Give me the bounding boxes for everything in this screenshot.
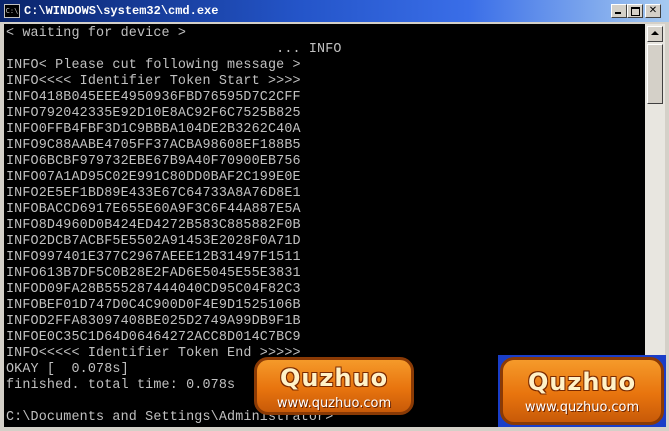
console-line: INFO< Please cut following message >	[6, 58, 301, 73]
minimize-icon	[615, 12, 621, 14]
cmd-window: C:\ C:\WINDOWS\system32\cmd.exe ✕ < wait…	[0, 0, 669, 431]
console-line: INFO792042335E92D10E8AC92F6C7525B825	[6, 106, 301, 121]
watermark-title: Quzhuo	[279, 364, 389, 392]
scroll-up-button[interactable]	[647, 26, 663, 42]
console-line: OKAY [ 0.078s]	[6, 362, 129, 377]
console-line: INFO613B7DF5C0B28E2FAD6E5045E55E3831	[6, 266, 301, 281]
maximize-icon	[631, 7, 640, 16]
console-line: INFO6BCBF979732EBE67B9A40F70900EB756	[6, 154, 301, 169]
watermark-logo: Quzhuo www.quzhuo.com	[254, 357, 414, 415]
console-line: INFOBACCD6917E655E60A9F3C6F44A887E5A	[6, 202, 301, 217]
window-title: C:\WINDOWS\system32\cmd.exe	[24, 4, 219, 18]
watermark-url: www.quzhuo.com	[524, 400, 640, 415]
console-line: INFOD09FA28B555287444040CD95C04F82C3	[6, 282, 301, 297]
console-line: INFO418B045EEE4950936FBD76595D7C2CFF	[6, 90, 301, 105]
watermark-url: www.quzhuo.com	[276, 396, 392, 411]
console-line: finished. total time: 0.078s	[6, 378, 236, 393]
close-button[interactable]: ✕	[645, 4, 661, 18]
console-line: INFO2DCB7ACBF5E5502A91453E2028F0A71D	[6, 234, 301, 249]
console-line: INFOE0C35C1D64D06464272ACC8D014C7BC9	[6, 330, 301, 345]
maximize-button[interactable]	[627, 4, 643, 18]
console-line: INFO<<<< Identifier Token Start >>>>	[6, 74, 301, 89]
console-line: INFOD2FFA83097408BE025D2749A99DB9F1B	[6, 314, 301, 329]
scrollbar-thumb[interactable]	[647, 44, 663, 104]
watermark-logo: Quzhuo www.quzhuo.com	[500, 357, 664, 425]
close-icon: ✕	[648, 5, 658, 16]
console-line: INFO997401E377C2967AEEE12B31497F1511	[6, 250, 301, 265]
console-line: < waiting for device >	[6, 26, 187, 41]
title-bar[interactable]: C:\ C:\WINDOWS\system32\cmd.exe ✕	[0, 0, 669, 22]
console-line: INFOBEF01D747D0C4C900D0F4E9D1525106B	[6, 298, 301, 313]
console-line: INFO<<<<< Identifier Token End >>>>>	[6, 346, 301, 361]
console-line: INFO0FFB4FBF3D1C9BBBA104DE2B3262C40A	[6, 122, 301, 137]
console-line: INFO9C88AABE4705FF37ACBA98608EF188B5	[6, 138, 301, 153]
console-line: INFO07A1AD95C02E991C80DD0BAF2C199E0E	[6, 170, 301, 185]
minimize-button[interactable]	[611, 4, 627, 18]
console-line: INFO8D4960D0B424ED4272B583C885882F0B	[6, 218, 301, 233]
watermark-title: Quzhuo	[527, 368, 637, 396]
scroll-up-arrow-icon	[651, 31, 659, 35]
console-line: INFO2E5EF1BD89E433E67C64733A8A76D8E1	[6, 186, 301, 201]
console-line: ... INFO	[6, 42, 342, 57]
cmd-icon[interactable]: C:\	[4, 4, 20, 18]
